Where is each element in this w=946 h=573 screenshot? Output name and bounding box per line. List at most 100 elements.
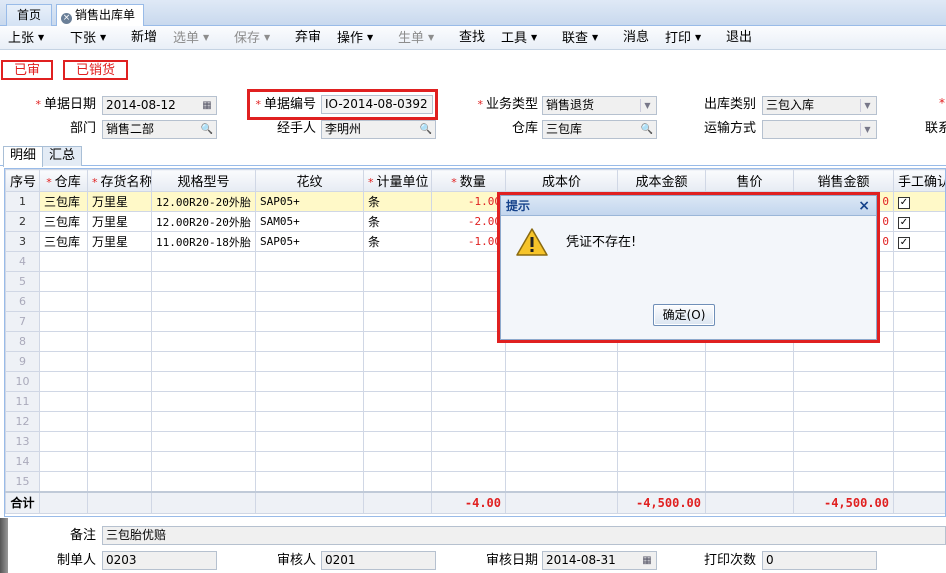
dept-field[interactable]: 销售二部 🔍 [102, 120, 217, 139]
col-header[interactable]: * 仓库 [39, 169, 88, 192]
table-row[interactable]: 14 [5, 451, 945, 472]
empty-cell[interactable] [893, 251, 945, 272]
empty-cell[interactable] [431, 391, 506, 412]
empty-cell[interactable] [793, 431, 894, 452]
menu-generate[interactable]: 生单 ▼ [398, 30, 434, 47]
empty-cell[interactable] [505, 351, 618, 372]
empty-cell[interactable] [39, 391, 88, 412]
empty-cell[interactable] [505, 371, 618, 392]
print-count-field[interactable]: 0 [762, 551, 877, 570]
tab-summary[interactable]: 汇总 [42, 146, 83, 166]
col-header[interactable]: 成本金额 [617, 169, 706, 192]
empty-cell[interactable] [39, 331, 88, 352]
empty-cell[interactable] [617, 471, 706, 492]
empty-cell[interactable] [431, 311, 506, 332]
empty-cell[interactable] [793, 451, 894, 472]
magnifier-icon[interactable]: 🔍 [200, 123, 214, 136]
empty-cell[interactable] [151, 411, 256, 432]
calendar-icon[interactable]: ▦ [640, 554, 654, 567]
doc-no-field[interactable]: IO-2014-08-0392 [321, 95, 433, 114]
dropdown-arrow-icon[interactable]: ▼ [640, 99, 654, 112]
auditor-field[interactable]: 0201 [321, 551, 436, 570]
empty-cell[interactable] [893, 311, 945, 332]
empty-cell[interactable] [87, 311, 152, 332]
empty-cell[interactable] [363, 471, 432, 492]
empty-cell[interactable] [431, 411, 506, 432]
empty-cell[interactable] [793, 371, 894, 392]
dropdown-arrow-icon[interactable]: ▼ [860, 99, 874, 112]
cell-qty[interactable]: -1.00 [431, 191, 506, 212]
cell-pattern[interactable]: SAM05+ [255, 211, 364, 232]
table-row[interactable]: 15 [5, 471, 945, 492]
empty-cell[interactable] [793, 351, 894, 372]
empty-cell[interactable] [363, 411, 432, 432]
empty-cell[interactable] [893, 431, 945, 452]
menu-next[interactable]: 下张 ▼ [70, 30, 106, 47]
cell-warehouse[interactable]: 三包库 [39, 231, 88, 252]
empty-cell[interactable] [893, 471, 945, 492]
cell-name[interactable]: 万里星 [87, 231, 152, 252]
empty-cell[interactable] [363, 291, 432, 312]
cell-confirm[interactable]: ✓ [893, 191, 945, 212]
menu-operate[interactable]: 操作 ▼ [337, 30, 373, 47]
empty-cell[interactable] [893, 291, 945, 312]
biztype-select[interactable]: 销售退货 ▼ [542, 96, 657, 115]
cell-unit[interactable]: 条 [363, 231, 432, 252]
empty-cell[interactable] [893, 391, 945, 412]
empty-cell[interactable] [151, 251, 256, 272]
col-header[interactable]: 销售金额 [793, 169, 894, 192]
col-header[interactable]: 规格型号 [151, 169, 256, 192]
empty-cell[interactable] [87, 291, 152, 312]
empty-cell[interactable] [87, 371, 152, 392]
cell-confirm[interactable]: ✓ [893, 211, 945, 232]
menu-prev[interactable]: 上张 ▼ [8, 30, 44, 47]
empty-cell[interactable] [255, 271, 364, 292]
menu-linked-query[interactable]: 联查 ▼ [562, 30, 598, 47]
empty-cell[interactable] [363, 391, 432, 412]
empty-cell[interactable] [617, 431, 706, 452]
empty-cell[interactable] [363, 451, 432, 472]
outtype-select[interactable]: 三包入库 ▼ [762, 96, 877, 115]
menu-tools[interactable]: 工具 ▼ [501, 30, 537, 47]
empty-cell[interactable] [431, 371, 506, 392]
audit-date-field[interactable]: 2014-08-31 ▦ [542, 551, 657, 570]
magnifier-icon[interactable]: 🔍 [419, 123, 433, 136]
empty-cell[interactable] [151, 451, 256, 472]
table-row[interactable]: 13 [5, 431, 945, 452]
dropdown-arrow-icon[interactable]: ▼ [860, 123, 874, 136]
empty-cell[interactable] [617, 351, 706, 372]
cell-name[interactable]: 万里星 [87, 211, 152, 232]
empty-cell[interactable] [363, 251, 432, 272]
empty-cell[interactable] [793, 391, 894, 412]
empty-cell[interactable] [87, 391, 152, 412]
empty-cell[interactable] [505, 411, 618, 432]
empty-cell[interactable] [151, 291, 256, 312]
empty-cell[interactable] [255, 451, 364, 472]
menu-find[interactable]: 查找 [459, 30, 485, 46]
empty-cell[interactable] [151, 471, 256, 492]
empty-cell[interactable] [87, 451, 152, 472]
maker-field[interactable]: 0203 [102, 551, 217, 570]
empty-cell[interactable] [39, 471, 88, 492]
empty-cell[interactable] [39, 311, 88, 332]
cell-spec[interactable]: 12.00R20-20外胎 [151, 191, 256, 212]
cell-warehouse[interactable]: 三包库 [39, 211, 88, 232]
empty-cell[interactable] [87, 431, 152, 452]
empty-cell[interactable] [39, 431, 88, 452]
table-row[interactable]: 9 [5, 351, 945, 372]
empty-cell[interactable] [255, 391, 364, 412]
empty-cell[interactable] [255, 311, 364, 332]
empty-cell[interactable] [87, 411, 152, 432]
empty-cell[interactable] [431, 251, 506, 272]
cell-name[interactable]: 万里星 [87, 191, 152, 212]
cell-qty[interactable]: -2.00 [431, 211, 506, 232]
empty-cell[interactable] [617, 371, 706, 392]
empty-cell[interactable] [617, 391, 706, 412]
cell-unit[interactable]: 条 [363, 191, 432, 212]
empty-cell[interactable] [893, 451, 945, 472]
empty-cell[interactable] [363, 331, 432, 352]
col-header[interactable]: * 计量单位 [363, 169, 432, 192]
cell-confirm[interactable]: ✓ [893, 231, 945, 252]
tab-home[interactable]: 首页 [6, 4, 52, 26]
menu-unaudit[interactable]: 弃审 [295, 30, 321, 46]
